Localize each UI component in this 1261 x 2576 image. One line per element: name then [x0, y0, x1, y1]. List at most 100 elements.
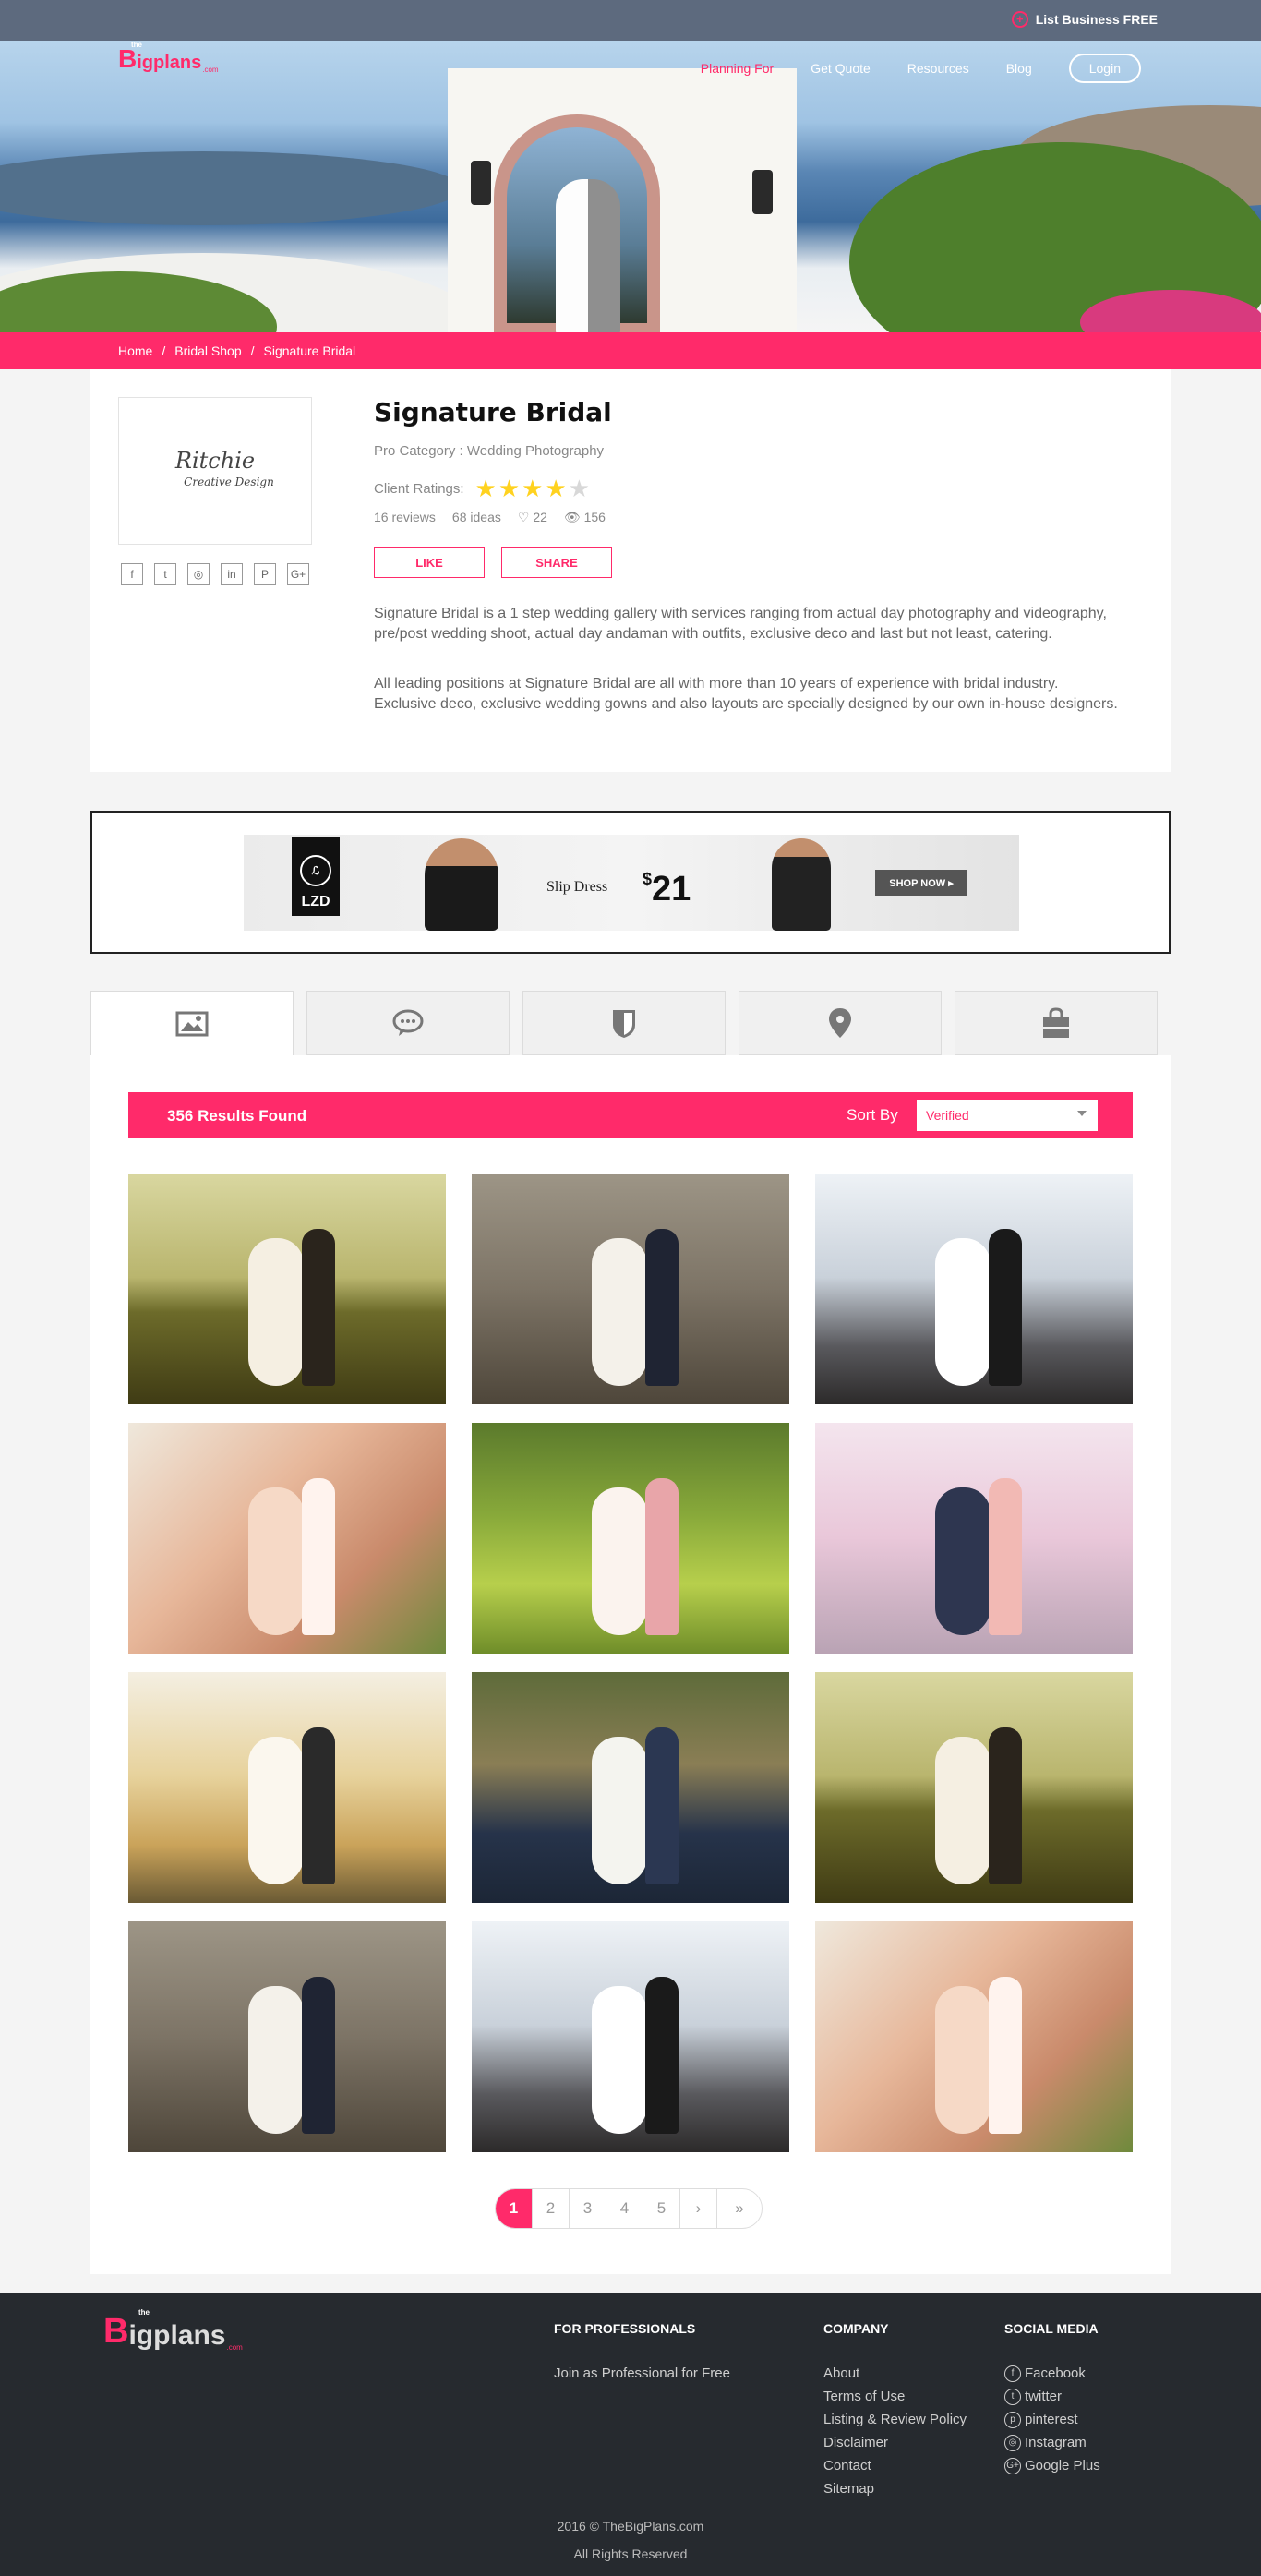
footer: the B igplans .com FOR PROFESSIONALS Joi… [0, 2293, 1261, 2576]
gallery-photo-hands-ring-blossom[interactable] [128, 1423, 446, 1654]
nav-resources[interactable]: Resources [907, 61, 969, 76]
linkedin-icon[interactable]: in [221, 563, 243, 585]
location-icon [829, 1008, 851, 1038]
footer-link-listing-policy[interactable]: Listing & Review Policy [823, 2408, 967, 2431]
gallery-photo-bride-groom-field[interactable] [128, 1174, 446, 1404]
hero-banner [0, 41, 1261, 332]
breadcrumb-home[interactable]: Home [118, 343, 152, 358]
next-page-icon[interactable]: › [680, 2189, 717, 2228]
footer-link-terms[interactable]: Terms of Use [823, 2385, 967, 2408]
nav-get-quote[interactable]: Get Quote [811, 61, 871, 76]
twitter-icon: t [1004, 2388, 1021, 2405]
ideas-count[interactable]: 68 ideas [452, 510, 501, 525]
star-rating: ★ ★ ★ ★ ★ [475, 476, 591, 500]
figure-bride [935, 1737, 991, 1884]
pagination: 1 2 3 4 5 › » [495, 2188, 763, 2229]
join-professional-link[interactable]: Join as Professional for Free [554, 2362, 730, 2385]
gallery-photo-couple-ruins-steps[interactable] [472, 1174, 789, 1404]
page-1[interactable]: 1 [496, 2189, 533, 2228]
tab-reviews[interactable] [306, 991, 510, 1055]
gallery-photo-couple-silhouette-veil[interactable] [815, 1174, 1133, 1404]
gallery-photo-hands-ring-blossom[interactable] [815, 1921, 1133, 2152]
figure-bride [592, 1737, 647, 1884]
footer-google-plus-label: Google Plus [1025, 2458, 1100, 2474]
breadcrumb-bridal-shop[interactable]: Bridal Shop [174, 343, 241, 358]
nav-blog[interactable]: Blog [1006, 61, 1032, 76]
page-4[interactable]: 4 [606, 2189, 643, 2228]
footer-facebook-link[interactable]: f Facebook [1004, 2362, 1100, 2385]
facebook-icon: f [1004, 2365, 1021, 2382]
google-plus-icon[interactable]: G+ [287, 563, 309, 585]
footer-pinterest-link[interactable]: p pinterest [1004, 2408, 1100, 2431]
tab-gallery[interactable] [90, 991, 294, 1056]
share-button[interactable]: SHARE [501, 547, 612, 578]
sort-select[interactable]: Verified [917, 1100, 1098, 1131]
eye-icon: 👁 [563, 510, 581, 524]
figure-groom [645, 1478, 679, 1635]
client-ratings: Client Ratings: ★ ★ ★ ★ ★ [374, 476, 590, 500]
pinterest-icon[interactable]: P [254, 563, 276, 585]
reviews-count[interactable]: 16 reviews [374, 510, 436, 525]
couple-figure [556, 179, 620, 332]
gallery-photo-couple-ruins-steps[interactable] [128, 1921, 446, 2152]
breadcrumb-separator: / [250, 343, 255, 358]
footer-instagram-link[interactable]: ◎ Instagram [1004, 2431, 1100, 2454]
footer-facebook-label: Facebook [1025, 2365, 1086, 2381]
gallery-photo-couple-silhouette-veil[interactable] [472, 1921, 789, 2152]
gallery-photo-bride-groom-field[interactable] [815, 1672, 1133, 1903]
login-button[interactable]: Login [1068, 54, 1141, 83]
footer-link-sitemap[interactable]: Sitemap [823, 2477, 967, 2500]
likes-count: 22 [533, 510, 547, 524]
page-2[interactable]: 2 [533, 2189, 570, 2228]
figure-groom [302, 1229, 335, 1386]
page-title: Signature Bridal [374, 397, 612, 427]
tab-badges[interactable] [522, 991, 726, 1055]
last-page-icon[interactable]: » [717, 2189, 762, 2228]
footer-link-about[interactable]: About [823, 2362, 967, 2385]
logo-text: igplans [137, 53, 202, 73]
views-stat: 👁 156 [564, 510, 606, 525]
ad-price: $21 [643, 870, 691, 909]
instagram-icon[interactable]: ◎ [187, 563, 210, 585]
star-icon: ★ [498, 475, 521, 502]
like-button[interactable]: LIKE [374, 547, 485, 578]
list-business-link[interactable]: + List Business FREE [1011, 11, 1158, 28]
gallery-panel: 356 Results Found Sort By Verified 1 2 3… [90, 1055, 1171, 2274]
figure-groom [645, 1977, 679, 2134]
tab-location[interactable] [739, 991, 942, 1055]
gallery-photo-couple-grass-laughing[interactable] [472, 1423, 789, 1654]
vendor-logo-line1: Ritchie [174, 447, 256, 474]
page-5[interactable]: 5 [643, 2189, 680, 2228]
twitter-icon[interactable]: t [154, 563, 176, 585]
figure-bride [248, 1737, 304, 1884]
footer-logo-the: the [138, 2308, 150, 2317]
ad-monogram-icon: ℒ [300, 855, 331, 886]
reviews-icon [392, 1009, 424, 1036]
figure-bride [592, 1986, 647, 2134]
site-logo[interactable]: the B igplans .com [118, 41, 219, 74]
top-strip: + List Business FREE [0, 0, 1261, 41]
ad-banner[interactable]: ℒ LZD Slip Dress $21 SHOP NOW ▸ [90, 811, 1171, 954]
tab-shop[interactable] [955, 991, 1158, 1055]
ad-creative: ℒ LZD Slip Dress $21 SHOP NOW ▸ [244, 835, 1019, 931]
figure-bride [592, 1487, 647, 1635]
gallery-photo-bridesmaids-bouquets[interactable] [472, 1672, 789, 1903]
facebook-icon[interactable]: f [121, 563, 143, 585]
footer-logo-com: .com [226, 2343, 243, 2352]
footer-twitter-link[interactable]: t twitter [1004, 2385, 1100, 2408]
footer-professionals-title: FOR PROFESSIONALS [554, 2321, 696, 2336]
footer-logo[interactable]: the B igplans .com [103, 2308, 243, 2352]
gallery-photo-wedding-party-signs[interactable] [128, 1672, 446, 1903]
star-icon: ★ [545, 475, 567, 502]
ad-shop-now-button[interactable]: SHOP NOW ▸ [875, 870, 967, 896]
likes-stat: ♡ 22 [518, 510, 547, 525]
nav-planning-for[interactable]: Planning For [701, 61, 774, 76]
figure-bride [935, 1986, 991, 2134]
gallery-photo-couple-pink-blossom[interactable] [815, 1423, 1133, 1654]
badge-icon [613, 1010, 635, 1038]
footer-link-contact[interactable]: Contact [823, 2454, 967, 2477]
page-3[interactable]: 3 [570, 2189, 606, 2228]
results-count: 356 Results Found [167, 1107, 307, 1125]
footer-link-disclaimer[interactable]: Disclaimer [823, 2431, 967, 2454]
footer-google-plus-link[interactable]: G+ Google Plus [1004, 2454, 1100, 2477]
